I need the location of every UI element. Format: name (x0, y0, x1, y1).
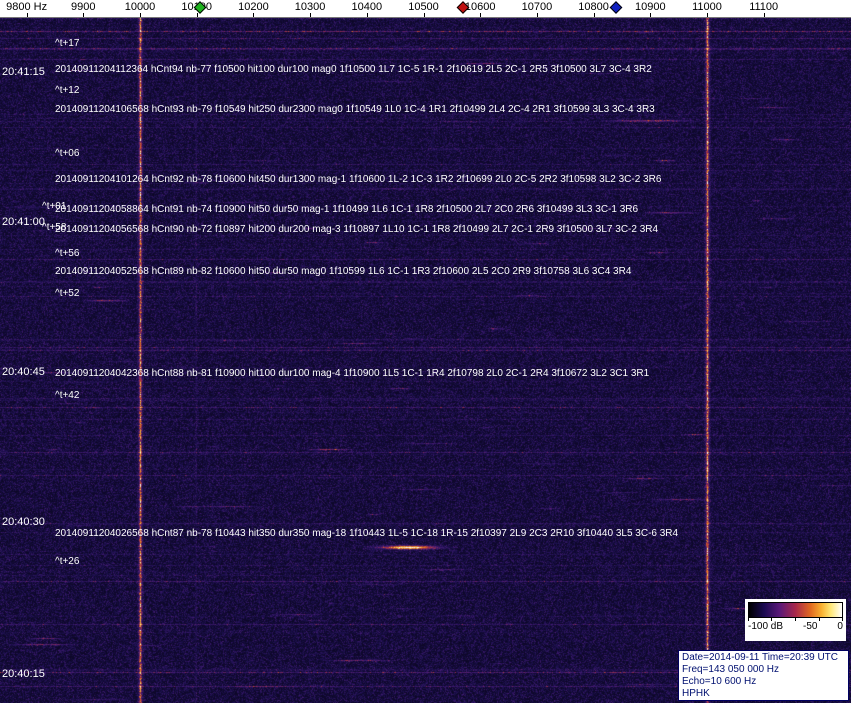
info-frequency: Freq=143 050 000 Hz (682, 664, 780, 675)
frequency-tick-label: 10500 (408, 1, 439, 13)
blue-frequency-marker-icon[interactable] (609, 1, 623, 14)
frequency-tick-label: 10300 (294, 1, 326, 13)
status-info-box: Date=2014-09-11 Time=20:39 UTC Freq=143 … (678, 650, 849, 701)
ruler-tick (140, 13, 141, 17)
ruler-tick (423, 13, 425, 17)
spectrogram-window: 9800 Hz990010000101001020010300104001050… (0, 0, 851, 703)
ruler-tick (310, 13, 312, 17)
frequency-tick-label: 10400 (351, 1, 383, 13)
colorbar-gradient (748, 602, 843, 618)
colorbar-ticks (748, 618, 843, 621)
ruler-tick (366, 13, 368, 17)
ruler-tick (480, 13, 482, 17)
ruler-tick (593, 13, 595, 17)
ruler-tick (650, 13, 652, 17)
frequency-tick-label: 10800 (578, 1, 609, 13)
frequency-tick-label: 10200 (238, 1, 269, 13)
frequency-tick-label: 9800 Hz (6, 1, 48, 13)
ruler-tick (196, 13, 198, 17)
colorbar-legend: -100 dB -50 0 (745, 599, 846, 641)
colorbar-label-mid: -50 (803, 621, 818, 632)
frequency-ruler: 9800 Hz990010000101001020010300104001050… (0, 0, 851, 18)
spectrogram-canvas[interactable] (0, 18, 851, 703)
ruler-tick (253, 13, 255, 17)
info-echo: Echo=10 600 Hz (682, 676, 757, 687)
frequency-tick-label: 9900 (71, 1, 96, 13)
frequency-tick-label: 10900 (635, 1, 666, 13)
ruler-tick (763, 13, 765, 17)
info-station: HPHK (682, 688, 710, 699)
frequency-tick-label: 11100 (749, 1, 779, 13)
ruler-tick (26, 13, 28, 17)
ruler-tick (536, 13, 538, 17)
info-date-time: Date=2014-09-11 Time=20:39 UTC (682, 652, 839, 663)
frequency-tick-label: 10700 (521, 1, 553, 13)
frequency-tick-label: 10000 (124, 1, 156, 13)
frequency-tick-label: 11000 (692, 1, 722, 13)
colorbar-label-min: -100 dB (748, 621, 784, 632)
colorbar-label-max: 0 (837, 621, 843, 632)
ruler-tick (707, 13, 708, 17)
ruler-tick (83, 13, 85, 17)
